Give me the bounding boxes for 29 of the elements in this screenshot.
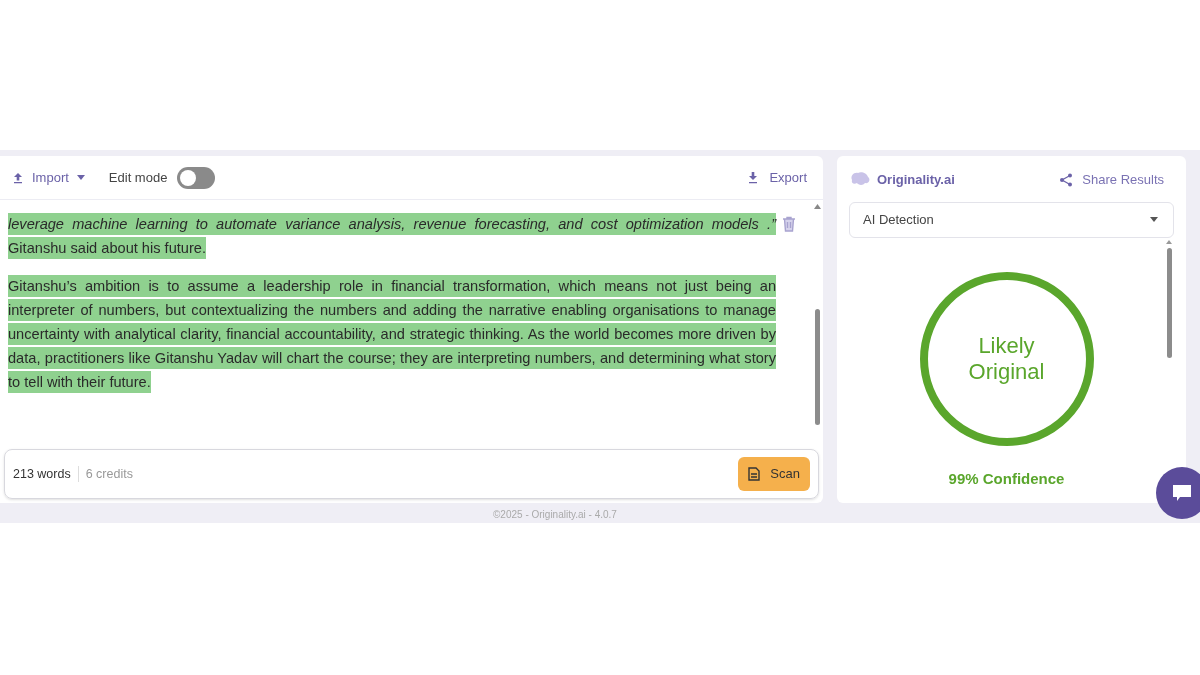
share-results-button[interactable]: Share Results	[1059, 170, 1164, 190]
caret-icon	[1150, 217, 1158, 222]
download-icon	[747, 171, 760, 184]
caret-icon	[76, 175, 85, 180]
document-icon	[748, 467, 761, 481]
word-count: 213 words	[13, 465, 71, 483]
edit-mode-toggle[interactable]	[177, 166, 216, 189]
scroll-up-icon[interactable]	[1166, 239, 1172, 244]
edit-mode-label: Edit mode	[108, 168, 168, 187]
verdict-text: Likely	[978, 332, 1035, 359]
chat-button[interactable]	[1156, 467, 1200, 519]
import-button[interactable]: Import	[12, 167, 85, 188]
export-button[interactable]: Export	[747, 167, 807, 188]
paragraph-text: leverage machine learning to automate variance analysis, revenue forecasting, and cost optimization models .” Gitanshu said about his future.	[8, 212, 776, 260]
confidence-text: 99% Confidence	[948, 468, 1065, 489]
brand-name: Originality.ai	[877, 171, 955, 189]
scan-button[interactable]: Scan	[738, 457, 810, 491]
scrollbar-thumb[interactable]	[814, 309, 820, 425]
scroll-up-icon[interactable]	[813, 204, 821, 209]
mode-dropdown[interactable]: AI Detection	[849, 201, 1174, 238]
chat-icon	[1172, 484, 1192, 502]
version-text: ©2025 - Originality.ai - 4.0.7	[493, 508, 618, 522]
verdict-text: Original	[968, 358, 1045, 385]
paragraph-text: Gitanshu’s ambition is to assume a leadership role in financial transformation, which means not just being an interpreter of numbers, but contextualizing the numbers and adding the narrative enabling organisations to manage uncertainty with analytical clarity, financial accountability, and strategic thinking. As the world becomes more driven by data, practitioners like Gitanshu Yadav will chart the course; they are interpreting numbers, and determining what story to tell with their future.	[8, 274, 776, 394]
share-icon	[1059, 172, 1074, 187]
upload-icon	[12, 171, 24, 184]
scrollbar-thumb[interactable]	[1166, 247, 1172, 358]
trash-icon	[782, 216, 796, 232]
credits-count: 6 credits	[85, 465, 133, 483]
